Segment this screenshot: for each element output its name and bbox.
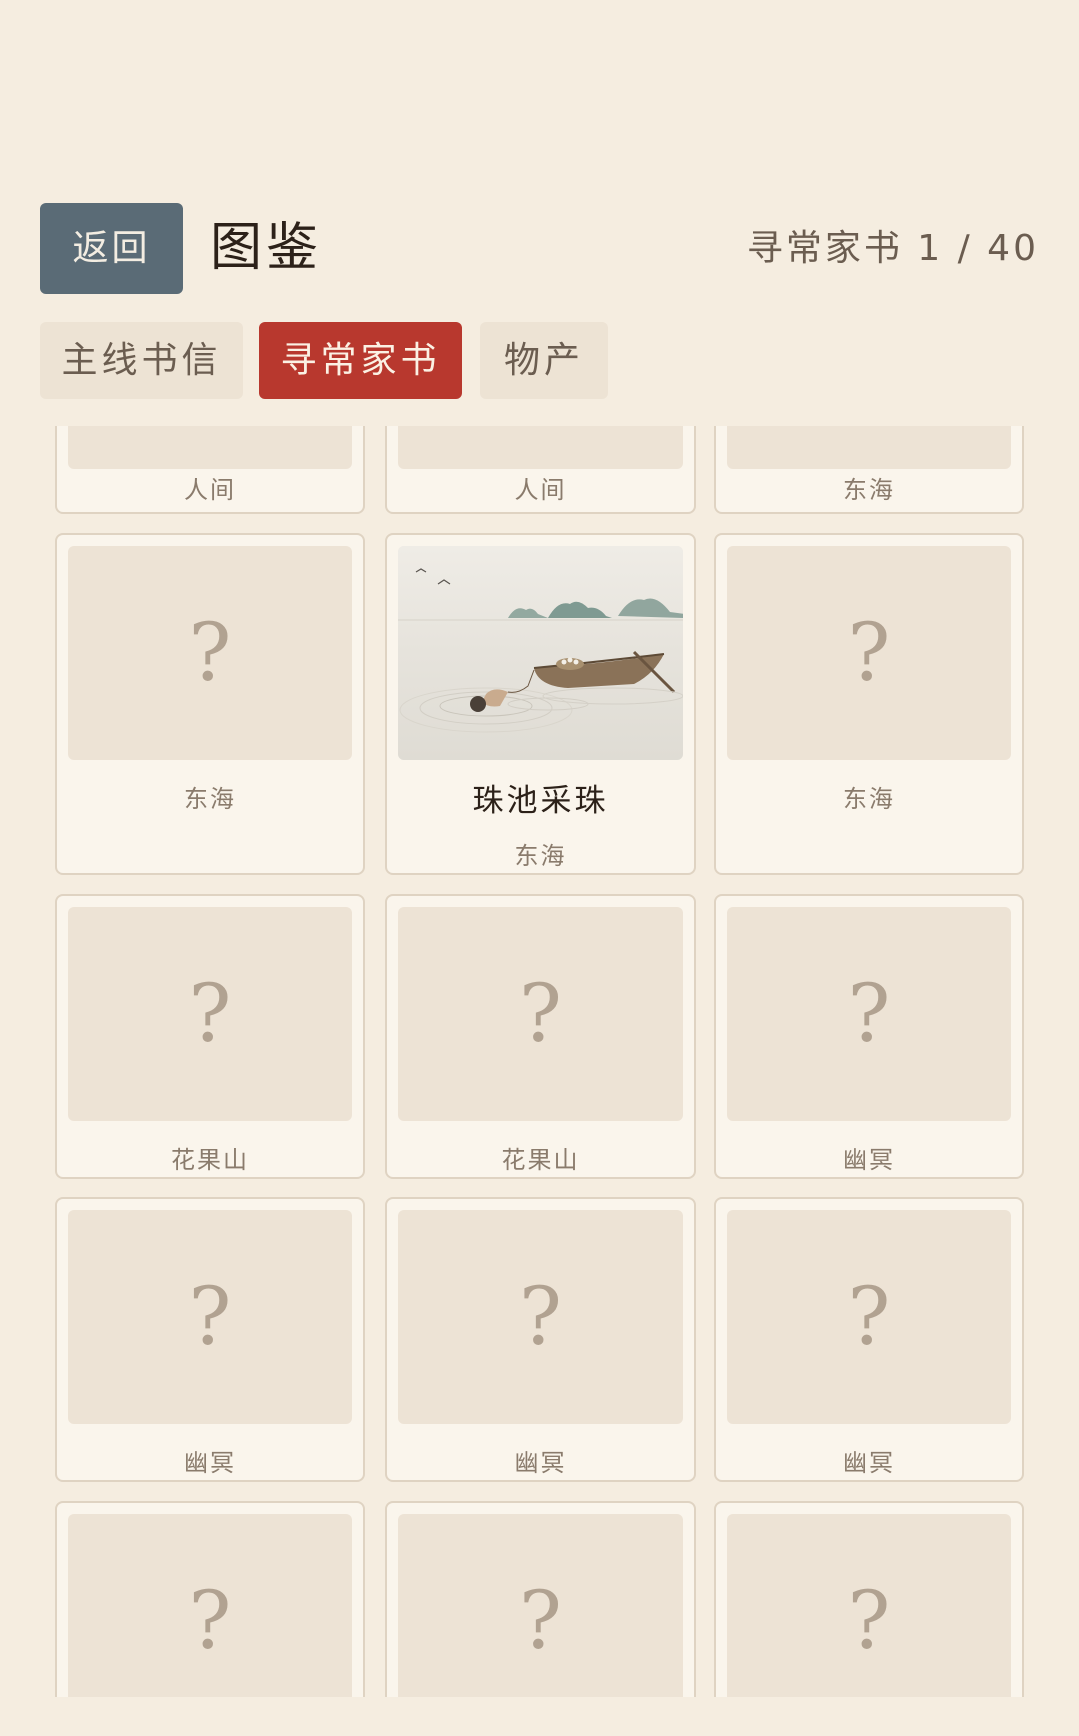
card-region: 幽冥 — [843, 1146, 895, 1174]
locked-question-icon: ? — [188, 1574, 232, 1667]
page-title: 图鉴 — [210, 218, 323, 278]
collection-card[interactable]: ? — [55, 1501, 365, 1697]
card-thumbnail: ? — [727, 546, 1011, 760]
collection-grid: 人间 人间 东海 ? 东海 珠池采珠 东海 ? 东海 ? 花果山 ? 花果山 ?… — [0, 426, 1079, 1697]
card-thumbnail: ? — [727, 1210, 1011, 1424]
locked-question-icon: ? — [188, 967, 232, 1060]
card-region: 人间 — [514, 476, 567, 504]
card-thumbnail: ? — [68, 1514, 352, 1697]
card-region: 花果山 — [171, 1146, 249, 1174]
card-title: 珠池采珠 — [472, 783, 609, 819]
card-thumbnail — [727, 426, 1011, 469]
collection-card[interactable]: ? 东海 — [55, 533, 365, 875]
card-region: 幽冥 — [514, 1449, 567, 1477]
collection-card[interactable]: 人间 — [385, 426, 696, 514]
collection-card[interactable]: ? 幽冥 — [385, 1197, 696, 1482]
collection-card[interactable]: 人间 — [55, 426, 365, 514]
locked-question-icon: ? — [188, 606, 232, 699]
card-thumbnail: ? — [68, 907, 352, 1121]
collection-card[interactable]: ? — [714, 1501, 1024, 1697]
card-thumbnail — [68, 426, 352, 469]
locked-question-icon: ? — [519, 1574, 562, 1667]
collection-card[interactable]: ? — [385, 1501, 696, 1697]
tab-main-letters[interactable]: 主线书信 — [40, 322, 243, 399]
locked-question-icon: ? — [519, 967, 562, 1060]
card-thumbnail — [398, 426, 683, 469]
card-thumbnail: ? — [68, 546, 352, 760]
tab-products[interactable]: 物产 — [480, 322, 608, 399]
collection-card-unlocked[interactable]: 珠池采珠 东海 — [385, 533, 696, 875]
card-thumbnail: ? — [68, 1210, 352, 1424]
card-thumbnail: ? — [727, 907, 1011, 1121]
pearl-diving-illustration — [398, 546, 683, 760]
card-region: 东海 — [184, 785, 236, 813]
pearl-diving-illustration-svg — [398, 546, 683, 760]
collection-card[interactable]: ? 幽冥 — [714, 1197, 1024, 1482]
locked-question-icon: ? — [847, 1574, 891, 1667]
card-thumbnail: ? — [398, 907, 683, 1121]
collection-card[interactable]: ? 幽冥 — [55, 1197, 365, 1482]
card-region: 东海 — [514, 842, 567, 870]
locked-question-icon: ? — [519, 1270, 562, 1363]
collection-progress: 寻常家书 1 / 40 — [746, 228, 1039, 269]
card-thumbnail: ? — [398, 1210, 683, 1424]
card-region: 幽冥 — [843, 1449, 895, 1477]
collection-page: 返回 图鉴 寻常家书 1 / 40 主线书信 寻常家书 物产 人间 人间 东海 … — [0, 0, 1079, 1736]
card-region: 人间 — [184, 476, 236, 504]
collection-card[interactable]: ? 东海 — [714, 533, 1024, 875]
card-region: 花果山 — [501, 1146, 580, 1174]
collection-card[interactable]: ? 花果山 — [385, 894, 696, 1179]
collection-card[interactable]: ? 花果山 — [55, 894, 365, 1179]
card-region: 东海 — [843, 476, 895, 504]
card-thumbnail: ? — [398, 1514, 683, 1697]
locked-question-icon: ? — [188, 1270, 232, 1363]
collection-card[interactable]: 东海 — [714, 426, 1024, 514]
header: 返回 图鉴 寻常家书 1 / 40 — [40, 203, 1039, 294]
collection-card[interactable]: ? 幽冥 — [714, 894, 1024, 1179]
tab-family-letters[interactable]: 寻常家书 — [259, 322, 462, 399]
locked-question-icon: ? — [847, 1270, 891, 1363]
locked-question-icon: ? — [847, 967, 891, 1060]
card-region: 幽冥 — [184, 1449, 236, 1477]
card-region: 东海 — [843, 785, 895, 813]
back-button[interactable]: 返回 — [40, 203, 183, 294]
card-thumbnail: ? — [727, 1514, 1011, 1697]
locked-question-icon: ? — [847, 606, 891, 699]
